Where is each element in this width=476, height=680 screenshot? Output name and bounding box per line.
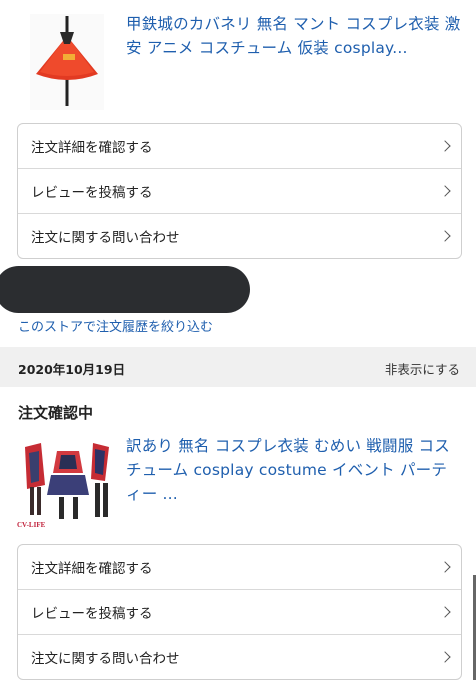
order-details-label: 注文詳細を確認する: [31, 140, 153, 156]
write-review-label: レビューを投稿する: [31, 606, 153, 622]
image-watermark: CV-LIFE: [17, 521, 46, 529]
chevron-right-icon: [439, 140, 451, 152]
order-details-button[interactable]: 注文詳細を確認する: [18, 545, 461, 589]
chevron-right-icon: [439, 606, 451, 618]
order-actions: 注文詳細を確認する レビューを投稿する 注文に関する問い合わせ: [17, 123, 462, 259]
product-title-link[interactable]: 甲鉄城のカバネリ 無名 マント コスプレ衣装 激安 アニメ コスチューム 仮装 …: [126, 12, 461, 60]
order-inquiry-button[interactable]: 注文に関する問い合わせ: [18, 213, 461, 258]
write-review-button[interactable]: レビューを投稿する: [18, 168, 461, 213]
cloak-image: [30, 14, 104, 110]
write-review-label: レビューを投稿する: [31, 185, 153, 201]
order-date-header: 2020年10月19日 非表示にする: [0, 347, 476, 387]
costume-image: [17, 433, 115, 531]
product-thumbnail[interactable]: [30, 14, 104, 110]
chevron-right-icon: [439, 561, 451, 573]
hide-order-button[interactable]: 非表示にする: [385, 359, 460, 378]
order-date: 2020年10月19日: [18, 362, 126, 377]
write-review-button[interactable]: レビューを投稿する: [18, 589, 461, 634]
order-details-button[interactable]: 注文詳細を確認する: [18, 124, 461, 168]
chevron-right-icon: [439, 230, 451, 242]
filter-orders-link[interactable]: このストアで注文履歴を絞り込む: [18, 316, 213, 335]
order-inquiry-label: 注文に関する問い合わせ: [31, 651, 180, 667]
chevron-right-icon: [439, 185, 451, 197]
product-title-link[interactable]: 訳あり 無名 コスプレ衣装 むめい 戦闘服 コスチューム cosplay cos…: [126, 434, 461, 506]
redacted-store-name: [0, 266, 250, 313]
order-details-label: 注文詳細を確認する: [31, 561, 153, 577]
product-thumbnail[interactable]: CV-LIFE: [17, 433, 115, 531]
order-status: 注文確認中: [18, 404, 94, 422]
chevron-right-icon: [439, 651, 451, 663]
order-actions: 注文詳細を確認する レビューを投稿する 注文に関する問い合わせ: [17, 544, 462, 680]
order-inquiry-button[interactable]: 注文に関する問い合わせ: [18, 634, 461, 679]
order-inquiry-label: 注文に関する問い合わせ: [31, 230, 180, 246]
